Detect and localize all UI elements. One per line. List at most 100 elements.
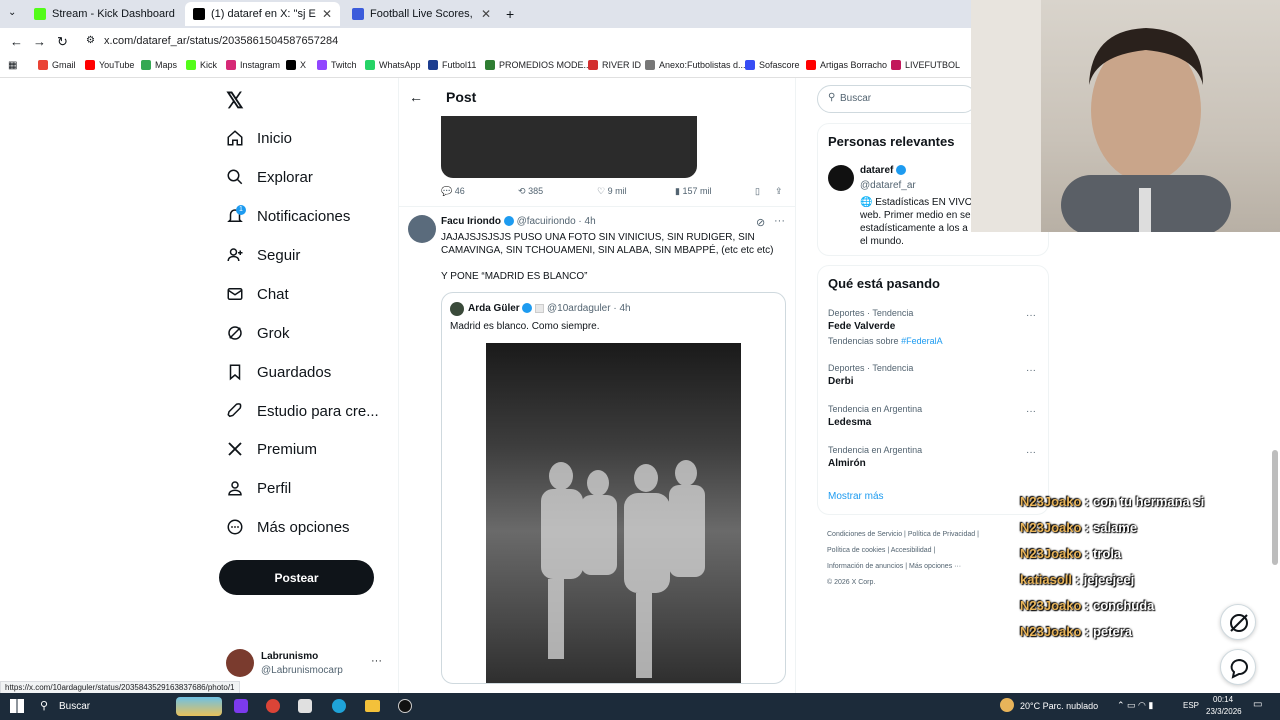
nav-mas-opciones[interactable]: Más opciones — [226, 518, 350, 536]
footer-link[interactable]: Política de cookies — [827, 547, 885, 554]
x-logo-icon[interactable]: 𝕏 — [226, 88, 244, 114]
bookmark-river[interactable]: RIVER ID — [588, 60, 641, 70]
notifications-icon[interactable]: ▭ — [1253, 699, 1262, 710]
tab-kick[interactable]: Stream - Kick Dashboard ✕ — [26, 2, 181, 26]
site-info-icon[interactable]: ⚙ — [86, 35, 95, 46]
close-icon[interactable]: ✕ — [481, 7, 491, 21]
share-icon[interactable]: ⇪ — [775, 186, 783, 197]
weather-text[interactable]: 20°C Parc. nublado — [1020, 701, 1098, 711]
reload-icon[interactable]: ↻ — [57, 34, 68, 50]
like-button[interactable]: ♡ 9 mil — [597, 186, 627, 197]
avatar[interactable] — [828, 165, 854, 191]
repost-button[interactable]: ⟲ 385 — [518, 186, 543, 197]
bookmark-artigas[interactable]: Artigas Borracho — [806, 60, 887, 70]
bookmark-label: YouTube — [99, 60, 135, 70]
footer-link[interactable]: Accesibilidad — [891, 547, 932, 554]
bookmark-icon[interactable]: ▯ — [755, 186, 760, 197]
forward-icon[interactable]: → — [33, 34, 46, 49]
store-icon[interactable] — [298, 699, 312, 713]
windows-start-icon[interactable] — [10, 699, 24, 713]
tab-list-icon[interactable]: ⌄ — [8, 7, 16, 18]
bookmark-twitch[interactable]: Twitch — [317, 60, 357, 70]
bookmark-kick[interactable]: Kick — [186, 60, 217, 70]
avatar[interactable] — [408, 215, 436, 243]
back-arrow-icon[interactable]: ← — [409, 89, 423, 105]
taskbar-app-icon[interactable] — [176, 697, 222, 716]
account-switcher[interactable]: Labrunismo @Labrunismocarp ··· — [226, 649, 386, 679]
nav-explorar[interactable]: Explorar — [226, 168, 313, 186]
language-indicator[interactable]: ESP — [1183, 701, 1199, 710]
messages-floating-button[interactable] — [1220, 649, 1256, 685]
more-icon[interactable]: ··· — [1026, 365, 1036, 376]
quote-photo[interactable] — [486, 343, 741, 683]
back-icon[interactable]: ← — [10, 34, 23, 49]
bookmark-gmail[interactable]: Gmail — [38, 60, 76, 70]
name-text: dataref — [860, 165, 894, 176]
trend-item[interactable]: Deportes · Tendencia Derbi ··· — [828, 363, 1040, 387]
nav-premium[interactable]: Premium — [226, 440, 317, 458]
post-image-top[interactable] — [441, 116, 697, 178]
more-icon[interactable]: ··· — [371, 655, 382, 667]
relevant-name[interactable]: dataref — [860, 165, 907, 176]
trend-tag[interactable]: #FederalA — [901, 336, 943, 346]
trend-item[interactable]: Deportes · Tendencia Fede Valverde Tende… — [828, 308, 1040, 346]
tray-icons[interactable]: ⌃ ▭ ◠ ▮ — [1117, 700, 1153, 711]
views-button[interactable]: ▮ 157 mil — [675, 186, 711, 197]
apps-icon[interactable]: ▦ — [8, 60, 17, 71]
scrollbar[interactable] — [1272, 450, 1278, 565]
obs-icon[interactable] — [398, 699, 412, 713]
footer-link[interactable]: Política de Privacidad — [908, 531, 975, 538]
more-icon[interactable]: ··· — [774, 215, 785, 227]
bookmark-maps[interactable]: Maps — [141, 60, 177, 70]
bookmark-sofascore[interactable]: Sofascore — [745, 60, 800, 70]
bookmark-livefutbol[interactable]: LIVEFUTBOL — [891, 60, 960, 70]
url-field[interactable]: x.com/dataref_ar/status/2035861504587657… — [104, 35, 338, 47]
chrome-icon[interactable] — [266, 699, 280, 713]
nav-grok[interactable]: Grok — [226, 324, 290, 342]
grok-floating-button[interactable] — [1220, 604, 1256, 640]
new-tab-icon[interactable]: + — [506, 6, 514, 22]
folder-icon[interactable] — [365, 700, 380, 712]
bookmark-futbol11[interactable]: Futbol11 — [428, 60, 476, 70]
taskbar-search[interactable]: Buscar — [59, 701, 90, 712]
more-icon[interactable]: ··· — [1026, 310, 1036, 321]
footer-link[interactable]: Condiciones de Servicio — [827, 531, 902, 538]
more-icon[interactable]: ··· — [1026, 406, 1036, 417]
clock-date[interactable]: 23/3/2026 — [1206, 707, 1242, 716]
bookmark-anexo[interactable]: Anexo:Futbolistas d... — [645, 60, 746, 70]
nav-guardados[interactable]: Guardados — [226, 363, 331, 381]
tab-football[interactable]: Football Live Scores, Fixtures & ✕ — [344, 2, 499, 26]
search-box[interactable]: ⚲ Buscar — [817, 85, 977, 113]
footer-link[interactable]: Información de anuncios — [827, 563, 903, 570]
bookmark-x[interactable]: X — [286, 60, 306, 70]
author-name[interactable]: Facu Iriondo — [441, 216, 501, 227]
post-button[interactable]: Postear — [219, 560, 374, 595]
edge-icon[interactable] — [332, 699, 346, 713]
tab-x[interactable]: (1) dataref en X: "sj El Atlétic ✕ — [185, 2, 340, 26]
bookmark-whatsapp[interactable]: WhatsApp — [365, 60, 421, 70]
nav-inicio[interactable]: Inicio — [226, 129, 292, 147]
grok-icon[interactable]: ⊘ — [756, 216, 765, 229]
nav-estudio[interactable]: Estudio para cre... — [226, 402, 379, 420]
trend-item[interactable]: Tendencia en Argentina Almirón ··· — [828, 445, 1040, 469]
app-icon[interactable] — [234, 699, 248, 713]
reply-button[interactable]: 💬 46 — [441, 186, 465, 197]
more-icon[interactable]: ··· — [1026, 447, 1036, 458]
footer-link[interactable]: Más opciones ··· — [909, 563, 961, 570]
nav-perfil[interactable]: Perfil — [226, 479, 291, 497]
post-time[interactable]: · 4h — [578, 216, 595, 227]
trend-item[interactable]: Tendencia en Argentina Ledesma ··· — [828, 404, 1040, 428]
nav-seguir[interactable]: Seguir — [226, 246, 300, 264]
search-icon[interactable]: ⚲ — [40, 699, 48, 712]
trend-name: Ledesma — [828, 417, 872, 428]
author-handle[interactable]: @facuiriondo — [517, 216, 576, 227]
bookmark-youtube[interactable]: YouTube — [85, 60, 134, 70]
clock-time[interactable]: 00:14 — [1213, 695, 1233, 704]
nav-chat[interactable]: Chat — [226, 285, 289, 303]
bookmark-instagram[interactable]: Instagram — [226, 60, 280, 70]
bookmark-promedios[interactable]: PROMEDIOS MODE... — [485, 60, 591, 70]
quote-card[interactable]: Arda Güler @10ardaguler · 4h Madrid es b… — [441, 292, 786, 684]
close-icon[interactable]: ✕ — [322, 7, 332, 21]
show-more-link[interactable]: Mostrar más — [828, 491, 884, 502]
copyright: © 2026 X Corp. — [827, 579, 876, 586]
